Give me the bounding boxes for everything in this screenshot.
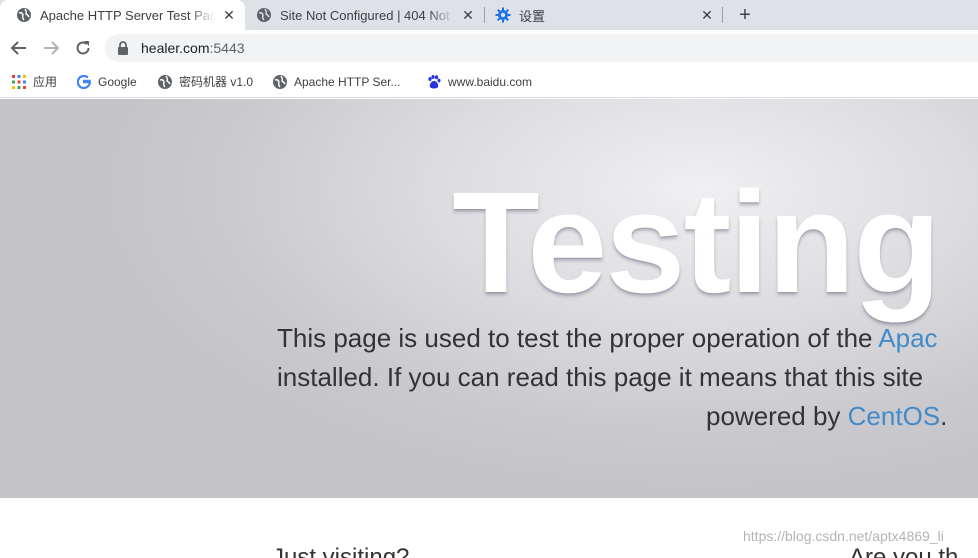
bookmark-label: Google xyxy=(98,74,137,89)
close-tab-icon[interactable]: ✕ xyxy=(699,7,715,23)
content-section: Just visiting? Are you th https://blog.c… xyxy=(0,498,978,558)
bookmarks-bar: 应用 Google 密码机器 v1.0 Apache HTTP Ser... w… xyxy=(0,66,978,98)
new-tab-button[interactable]: + xyxy=(733,3,757,27)
tab-settings[interactable]: 设置 ✕ xyxy=(479,0,723,30)
bookmark-apps[interactable]: 应用 xyxy=(11,66,57,97)
reload-icon xyxy=(76,41,90,55)
bookmark-google[interactable]: Google xyxy=(76,66,137,97)
close-tab-icon[interactable]: ✕ xyxy=(221,7,237,23)
lock-icon[interactable] xyxy=(117,41,131,55)
globe-icon xyxy=(256,7,272,23)
url-text: healer.com:5443 xyxy=(141,40,245,56)
bookmark-label: 应用 xyxy=(33,75,58,89)
hero-banner: Testing 1 This page is used to test the … xyxy=(0,99,978,498)
tab-site-not-configured[interactable]: Site Not Configured | 404 Not Found ✕ xyxy=(240,0,484,30)
bookmark-password-machine[interactable]: 密码机器 v1.0 xyxy=(157,66,253,97)
close-tab-icon[interactable]: ✕ xyxy=(460,7,476,23)
hero-line-3: powered by CentOS. xyxy=(706,401,948,431)
hero-line-2: installed. If you can read this page it … xyxy=(277,362,924,392)
globe-icon xyxy=(157,74,173,90)
forward-button[interactable] xyxy=(39,36,63,60)
apps-grid-icon xyxy=(11,74,27,90)
arrow-left-icon xyxy=(10,41,26,55)
baidu-paw-icon xyxy=(426,74,442,90)
administrator-heading: Are you th xyxy=(849,544,959,558)
bookmark-label: www.baidu.com xyxy=(448,74,533,89)
tab-apache-test-page[interactable]: Apache HTTP Server Test Page ✕ xyxy=(0,0,245,30)
tab-title: 设置 xyxy=(519,8,546,24)
address-bar[interactable]: healer.com:5443 xyxy=(105,34,978,62)
back-button[interactable] xyxy=(7,36,31,60)
arrow-right-icon xyxy=(44,41,60,55)
gear-icon xyxy=(495,7,511,23)
browser-window: Apache HTTP Server Test Page ✕ Site Not … xyxy=(0,0,978,558)
apache-link[interactable]: Apac xyxy=(878,323,937,353)
hero-line-1: This page is used to test the proper ope… xyxy=(277,323,938,353)
tab-title: Apache HTTP Server Test Page xyxy=(40,7,215,23)
browser-toolbar: healer.com:5443 xyxy=(0,30,978,66)
watermark-text: https://blog.csdn.net/aptx4869_li xyxy=(743,528,944,544)
tab-separator xyxy=(722,7,723,23)
hero-title: Testing 1 xyxy=(452,162,978,323)
bookmark-label: 密码机器 v1.0 xyxy=(179,75,254,89)
centos-link[interactable]: CentOS xyxy=(848,401,941,431)
bookmark-baidu[interactable]: www.baidu.com xyxy=(426,66,532,97)
bookmark-apache[interactable]: Apache HTTP Ser... xyxy=(272,66,401,97)
bookmark-label: Apache HTTP Ser... xyxy=(294,74,401,89)
globe-icon xyxy=(16,7,32,23)
tab-title: Site Not Configured | 404 Not Found xyxy=(280,7,454,23)
google-icon xyxy=(76,74,92,90)
globe-icon xyxy=(272,74,288,90)
just-visiting-heading: Just visiting? xyxy=(272,544,410,558)
reload-button[interactable] xyxy=(71,36,95,60)
tab-strip: Apache HTTP Server Test Page ✕ Site Not … xyxy=(0,0,978,30)
hero-description: This page is used to test the proper ope… xyxy=(277,319,977,436)
page-viewport: Testing 1 This page is used to test the … xyxy=(0,99,978,558)
